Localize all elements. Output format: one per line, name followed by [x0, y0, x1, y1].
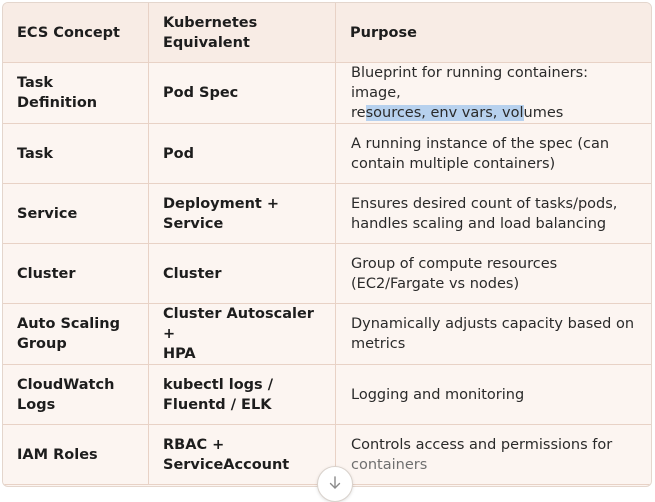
ecs-kubernetes-table: ECS Concept Kubernetes Equivalent Purpose…: [3, 3, 651, 485]
cell-purpose: Controls access and permissions for conta…: [335, 424, 651, 485]
cell-purpose: Ensures desired count of tasks/pods, hand…: [335, 183, 651, 244]
cell-kubernetes-equivalent: Pod Spec: [148, 62, 336, 124]
table-row: Task Pod A running instance of the spec …: [3, 123, 651, 184]
table-row: Cluster Cluster Group of compute resourc…: [3, 243, 651, 304]
cell-kubernetes-equivalent: kubectl logs / Fluentd / ELK: [148, 364, 336, 425]
cell-kubernetes-equivalent: Pod: [148, 123, 336, 184]
cell-ecs-concept: Task Definition: [3, 62, 149, 124]
cell-purpose: Blueprint for running containers: image,…: [335, 62, 651, 124]
table-row: Auto Scaling Group Cluster Autoscaler + HP…: [3, 303, 651, 365]
header-ecs-concept: ECS Concept: [3, 3, 149, 63]
cell-ecs-concept: Task: [3, 123, 149, 184]
cell-ecs-concept: Service: [3, 183, 149, 244]
cell-kubernetes-equivalent: RBAC + ServiceAccount: [148, 424, 336, 485]
scroll-down-button[interactable]: [317, 466, 353, 502]
table-header-row: ECS Concept Kubernetes Equivalent Purpose: [3, 3, 651, 63]
cell-ecs-concept: CloudWatch Logs: [3, 364, 149, 425]
table-row: Service Deployment + Service Ensures desi…: [3, 183, 651, 244]
text-selection-highlight[interactable]: sources, env vars, vol: [365, 105, 524, 121]
cell-purpose: A running instance of the spec (can conta…: [335, 123, 651, 184]
cell-ecs-concept: Auto Scaling Group: [3, 303, 149, 365]
cell-kubernetes-equivalent: Deployment + Service: [148, 183, 336, 244]
cell-purpose: Logging and monitoring: [335, 364, 651, 425]
table-row: CloudWatch Logs kubectl logs / Fluentd / E…: [3, 364, 651, 425]
header-purpose: Purpose: [335, 3, 651, 63]
cell-purpose: Group of compute resources (EC2/Fargate v…: [335, 243, 651, 304]
cell-kubernetes-equivalent: Cluster Autoscaler + HPA: [148, 303, 336, 365]
header-kubernetes-equivalent: Kubernetes Equivalent: [148, 3, 336, 63]
cell-ecs-concept: Cluster: [3, 243, 149, 304]
comparison-table-container: ECS Concept Kubernetes Equivalent Purpose…: [2, 2, 652, 487]
cell-purpose: Dynamically adjusts capacity based on met…: [335, 303, 651, 365]
table-row: Task Definition Pod Spec Blueprint for r…: [3, 62, 651, 124]
cell-kubernetes-equivalent: Cluster: [148, 243, 336, 304]
arrow-down-icon: [329, 476, 341, 489]
cell-ecs-concept: IAM Roles: [3, 424, 149, 485]
